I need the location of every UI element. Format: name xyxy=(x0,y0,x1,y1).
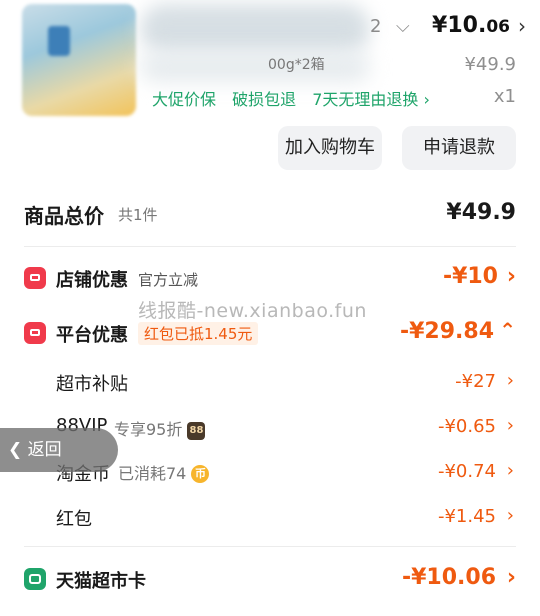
platform-discount-label: 平台优惠 xyxy=(56,325,128,346)
guarantee-list[interactable]: 大促价保 破损包退 7天无理由退换 › xyxy=(152,86,441,110)
chevron-right-icon[interactable]: › xyxy=(507,370,514,391)
quantity: x1 xyxy=(493,86,516,107)
chevron-right-icon[interactable]: › xyxy=(507,415,514,436)
coin-note: 已消耗74 币 xyxy=(118,460,210,484)
product-title-blurred xyxy=(140,4,370,54)
product-image-detail xyxy=(48,26,70,56)
subsidy-amount[interactable]: -¥27 xyxy=(455,371,496,392)
chevron-right-icon[interactable]: › xyxy=(507,460,514,481)
product-spec-blurred xyxy=(140,52,370,82)
subsidy-label: 超市补贴 xyxy=(56,374,128,395)
total-count: 共1件 xyxy=(118,206,158,224)
redpacket-tag: 红包已抵1.45元 xyxy=(138,322,259,345)
tmall-card-label: 天猫超市卡 xyxy=(56,571,146,592)
platform-discount-amount[interactable]: -¥29.84 xyxy=(400,319,494,344)
redpacket-amount[interactable]: -¥1.45 xyxy=(438,506,496,527)
chevron-right-icon[interactable]: › xyxy=(518,14,526,38)
chevron-right-icon[interactable]: › xyxy=(507,505,514,526)
add-to-cart-button[interactable]: 加入购物车 xyxy=(278,126,382,170)
card-icon xyxy=(24,568,46,590)
chevron-right-icon[interactable]: › xyxy=(507,264,516,289)
watermark: 线报酷-new.xianbao.fun xyxy=(138,300,367,322)
divider xyxy=(24,546,516,547)
back-button[interactable]: ❮ 返回 xyxy=(0,428,118,472)
store-discount-label: 店铺优惠 xyxy=(56,270,128,291)
refund-button[interactable]: 申请退款 xyxy=(402,126,516,170)
guarantee-item: 大促价保 xyxy=(152,90,217,109)
store-discount-note: 官方立减 xyxy=(138,271,199,289)
redpacket-label: 红包 xyxy=(56,509,92,530)
product-spec: 00g*2箱 xyxy=(268,57,325,73)
store-discount-amount[interactable]: -¥10 xyxy=(443,264,498,289)
back-label: 返回 xyxy=(27,440,62,460)
shop-icon xyxy=(24,267,46,289)
coin-amount[interactable]: -¥0.74 xyxy=(438,461,496,482)
coupon-icon xyxy=(24,322,46,344)
guarantee-item: 7天无理由退换 › xyxy=(312,90,430,109)
guarantee-item: 破损包退 xyxy=(232,90,297,109)
vip-amount[interactable]: -¥0.65 xyxy=(438,416,496,437)
total-label: 商品总价 xyxy=(24,204,104,228)
chevron-down-icon[interactable]: ⌵ xyxy=(396,16,410,37)
original-price: ¥49.9 xyxy=(464,54,516,75)
chevron-right-icon[interactable]: › xyxy=(507,565,516,590)
coin-icon: 币 xyxy=(191,465,210,483)
chevron-left-icon: ❮ xyxy=(8,440,23,460)
tmall-card-amount[interactable]: -¥10.06 xyxy=(402,565,496,590)
total-price: ¥49.9 xyxy=(446,200,516,225)
chevron-up-icon[interactable]: ⌃ xyxy=(499,318,516,342)
88vip-icon: 88 xyxy=(187,422,206,440)
vip-note: 专享95折 88 xyxy=(114,416,206,440)
spec-count: 2 xyxy=(370,16,382,37)
product-thumbnail[interactable] xyxy=(22,4,136,116)
divider xyxy=(24,246,516,247)
paid-price: ¥10.06 xyxy=(432,13,510,38)
